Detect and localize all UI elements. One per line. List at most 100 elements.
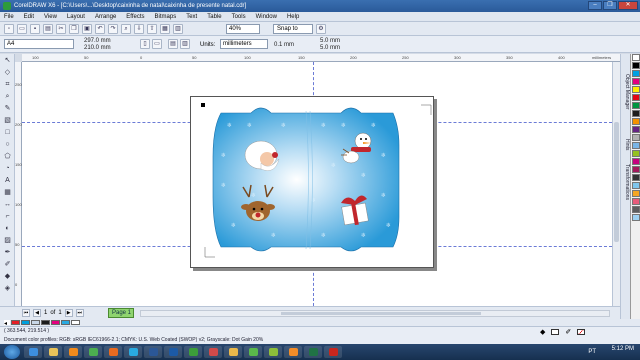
explorer-taskbar-icon[interactable]	[44, 346, 62, 358]
rectangle-tool-icon[interactable]: □	[2, 128, 13, 138]
fill-bucket-icon[interactable]: ◆	[2, 272, 13, 282]
page-tab[interactable]: Page 1	[108, 308, 134, 318]
palette-swatch[interactable]	[632, 174, 640, 181]
palette-swatch[interactable]	[632, 126, 640, 133]
palette-swatch[interactable]	[632, 78, 640, 85]
ellipse-tool-icon[interactable]: ○	[2, 140, 13, 150]
options-icon[interactable]: ⚙	[316, 23, 326, 34]
save-icon[interactable]: ▪	[30, 23, 40, 34]
page-height-field[interactable]: 210.0 mm	[84, 45, 111, 51]
palette-swatch[interactable]	[632, 110, 640, 117]
dimension-tool-icon[interactable]: ↔	[2, 200, 13, 210]
paste-icon[interactable]: ▣	[82, 23, 92, 34]
pick-tool-icon[interactable]: ↖	[2, 56, 13, 66]
text-tool-icon[interactable]: A	[2, 176, 13, 186]
vertical-scrollbar[interactable]	[612, 62, 620, 306]
close-button[interactable]: ✕	[618, 1, 638, 10]
outline-swatch[interactable]	[577, 329, 586, 335]
document-color-swatch[interactable]	[61, 320, 70, 325]
palette-swatch[interactable]	[632, 214, 640, 221]
scroll-thumb[interactable]	[281, 312, 481, 315]
palette-swatch[interactable]	[632, 150, 640, 157]
menu-arrange[interactable]: Arrange	[95, 14, 116, 20]
paper-size-select[interactable]: A4	[4, 39, 74, 49]
palette-swatch[interactable]	[632, 206, 640, 213]
palette-swatch[interactable]	[632, 102, 640, 109]
zoom-tool-icon[interactable]: ⌕	[2, 92, 13, 102]
app-launcher-icon[interactable]: ▦	[160, 23, 170, 34]
palette-arrow-icon[interactable]: ◂	[4, 320, 10, 327]
menu-bitmaps[interactable]: Bitmaps	[155, 14, 177, 20]
palette-swatch[interactable]	[632, 134, 640, 141]
system-clock[interactable]: 5:12 PM	[612, 346, 634, 352]
menu-edit[interactable]: Edit	[24, 14, 34, 20]
prev-page-icon[interactable]: ◀	[33, 309, 41, 317]
open-folder-icon[interactable]: ▭	[17, 23, 27, 34]
palette-swatch[interactable]	[632, 166, 640, 173]
word-taskbar-icon[interactable]	[144, 346, 162, 358]
interactive-fill-icon[interactable]: ◈	[2, 284, 13, 294]
freehand-tool-icon[interactable]: ✎	[2, 104, 13, 114]
palette-swatch[interactable]	[632, 190, 640, 197]
menu-window[interactable]: Window	[256, 14, 277, 20]
palette-swatch[interactable]	[632, 158, 640, 165]
docker-tab-object-manager[interactable]: Object Manager	[622, 74, 630, 110]
export-icon[interactable]: ⇧	[147, 23, 157, 34]
fill-bucket-icon[interactable]: ◆	[540, 328, 545, 336]
redo-icon[interactable]: ↷	[108, 23, 118, 34]
eyedropper-icon[interactable]: ✒	[2, 248, 13, 258]
menu-text[interactable]: Text	[186, 14, 197, 20]
crop-tool-icon[interactable]: ⌗	[2, 80, 13, 90]
connector-tool-icon[interactable]: ⌐	[2, 212, 13, 222]
smart-fill-icon[interactable]: ▧	[2, 116, 13, 126]
ie-taskbar-icon[interactable]	[24, 346, 42, 358]
photoshop-taskbar-icon[interactable]	[164, 346, 182, 358]
landscape-icon[interactable]: ▭	[152, 39, 162, 49]
last-page-icon[interactable]: ⏭	[75, 309, 84, 317]
outline-pen-icon[interactable]: ✐	[2, 260, 13, 270]
document-color-swatch[interactable]	[31, 320, 40, 325]
document-color-swatch[interactable]	[21, 320, 30, 325]
menu-view[interactable]: View	[44, 14, 57, 20]
language-indicator[interactable]: PT	[588, 349, 596, 355]
snap-to-dropdown[interactable]: Snap to	[273, 23, 313, 34]
minimize-button[interactable]: –	[588, 1, 602, 10]
msn-taskbar-icon[interactable]	[244, 346, 262, 358]
media-taskbar-icon[interactable]	[64, 346, 82, 358]
palette-swatch[interactable]	[632, 182, 640, 189]
print-icon[interactable]: ▤	[43, 23, 53, 34]
duplicate-x-field[interactable]: 5.0 mm	[320, 38, 340, 44]
page-width-field[interactable]: 297.0 mm	[84, 38, 111, 44]
document-color-swatch[interactable]	[41, 320, 50, 325]
blend-tool-icon[interactable]: ◐	[2, 224, 13, 234]
portrait-icon[interactable]: ▯	[140, 39, 150, 49]
gift-box-artwork[interactable]: ❄ ❄ ❄ ❄ ❄ ❄ ❄ ❄ ❄ ❄ ❄ ❄ ❄ ❄ ❄ ❄ ❄ ❄ ❄	[191, 97, 435, 269]
menu-tools[interactable]: Tools	[232, 14, 246, 20]
basic-shapes-icon[interactable]: ◔	[2, 164, 13, 174]
palette-swatch[interactable]	[632, 142, 640, 149]
folder-taskbar-icon[interactable]	[224, 346, 242, 358]
document-color-swatch[interactable]	[71, 320, 80, 325]
cut-icon[interactable]: ✂	[56, 23, 66, 34]
start-button[interactable]	[4, 345, 20, 359]
paint-taskbar-icon[interactable]	[204, 346, 222, 358]
corel-taskbar-icon[interactable]	[184, 346, 202, 358]
palette-swatch[interactable]	[632, 62, 640, 69]
units-select[interactable]: millimeters	[220, 39, 268, 49]
scroll-thumb[interactable]	[614, 122, 619, 242]
duplicate-y-field[interactable]: 5.0 mm	[320, 45, 340, 51]
current-page-icon[interactable]: ▥	[180, 39, 190, 49]
menu-layout[interactable]: Layout	[67, 14, 85, 20]
palette-swatch[interactable]	[632, 118, 640, 125]
polygon-tool-icon[interactable]: ⬠	[2, 152, 13, 162]
search-icon[interactable]: ⌕	[121, 23, 131, 34]
zoom-level-select[interactable]: 40%	[226, 23, 260, 34]
fill-swatch[interactable]	[551, 329, 560, 335]
first-page-icon[interactable]: ⏮	[22, 309, 30, 317]
palette-swatch[interactable]	[632, 86, 640, 93]
acrobat-taskbar-icon[interactable]	[324, 346, 342, 358]
table-tool-icon[interactable]: ▦	[2, 188, 13, 198]
menu-table[interactable]: Table	[207, 14, 221, 20]
welcome-screen-icon[interactable]: ▥	[173, 23, 183, 34]
drawing-canvas[interactable]: ❄ ❄ ❄ ❄ ❄ ❄ ❄ ❄ ❄ ❄ ❄ ❄ ❄ ❄ ❄ ❄ ❄ ❄ ❄	[22, 62, 612, 306]
